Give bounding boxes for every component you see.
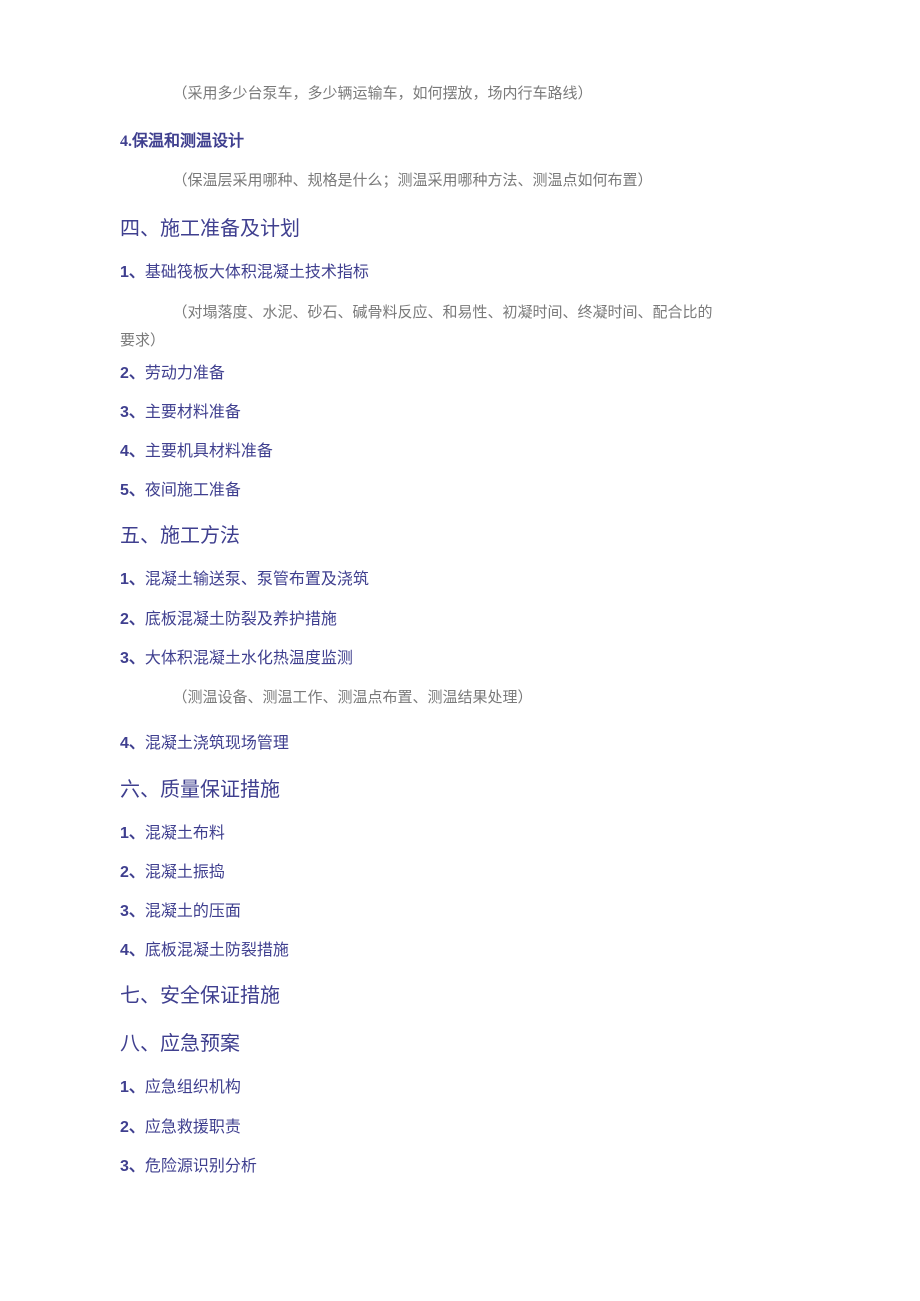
sec5-item-1-num: 1、 xyxy=(120,571,145,588)
sec8-item-3: 3、危险源识别分析 xyxy=(120,1153,800,1180)
section-8-title: 八、应急预案 xyxy=(120,1028,800,1060)
section-6-title: 六、质量保证措施 xyxy=(120,774,800,806)
sec4-item-1-num: 1、 xyxy=(120,264,145,281)
sec4-item-4-txt: 主要机具材料准备 xyxy=(145,443,273,460)
sec6-item-4: 4、底板混凝土防裂措施 xyxy=(120,937,800,964)
sec6-item-1-txt: 混凝土布料 xyxy=(145,825,225,842)
sec5-item-4: 4、混凝土浇筑现场管理 xyxy=(120,730,800,757)
document-page: （采用多少台泵车，多少辆运输车，如何摆放，场内行车路线） 4.保温和测温设计 （… xyxy=(0,0,920,1272)
sec8-item-1-txt: 应急组织机构 xyxy=(145,1079,241,1096)
section-5-title: 五、施工方法 xyxy=(120,520,800,552)
sec5-item-3-txt: 大体积混凝土水化热温度监测 xyxy=(145,650,353,667)
sec8-item-2-num: 2、 xyxy=(120,1119,145,1136)
sec6-item-1-num: 1、 xyxy=(120,825,145,842)
sec8-item-1: 1、应急组织机构 xyxy=(120,1074,800,1101)
sec4-item-4: 4、主要机具材料准备 xyxy=(120,438,800,465)
sec4-item-2-num: 2、 xyxy=(120,365,145,382)
sec5-item-2-num: 2、 xyxy=(120,611,145,628)
sec8-item-3-num: 3、 xyxy=(120,1158,145,1175)
section-4-title: 四、施工准备及计划 xyxy=(120,213,800,245)
sec5-item-3: 3、大体积混凝土水化热温度监测 xyxy=(120,645,800,672)
sec6-item-4-txt: 底板混凝土防裂措施 xyxy=(145,942,289,959)
pump-trucks-note: （采用多少台泵车，多少辆运输车，如何摆放，场内行车路线） xyxy=(120,80,800,109)
sec6-item-3-txt: 混凝土的压面 xyxy=(145,903,241,920)
sec5-item-4-num: 4、 xyxy=(120,735,145,752)
sec4-item-5-num: 5、 xyxy=(120,482,145,499)
sec4-item-5: 5、夜间施工准备 xyxy=(120,477,800,504)
sec6-item-2-txt: 混凝土振捣 xyxy=(145,864,225,881)
sec6-item-3: 3、混凝土的压面 xyxy=(120,898,800,925)
sec4-item1-note-l2: 要求） xyxy=(120,327,800,356)
sec8-item-1-num: 1、 xyxy=(120,1079,145,1096)
sec6-item-2: 2、混凝土振捣 xyxy=(120,859,800,886)
sec4-item-3-txt: 主要材料准备 xyxy=(145,404,241,421)
sec6-item-4-num: 4、 xyxy=(120,942,145,959)
sec6-item-3-num: 3、 xyxy=(120,903,145,920)
sub-heading-4: 4.保温和测温设计 xyxy=(120,127,800,157)
sub-heading-4-title: 保温和测温设计 xyxy=(132,133,244,150)
sec6-item-1: 1、混凝土布料 xyxy=(120,820,800,847)
sec4-item1-note-l1: （对塌落度、水泥、砂石、碱骨料反应、和易性、初凝时间、终凝时间、配合比的 xyxy=(120,299,800,328)
sec8-item-2-txt: 应急救援职责 xyxy=(145,1119,241,1136)
sec4-item1-note: （对塌落度、水泥、砂石、碱骨料反应、和易性、初凝时间、终凝时间、配合比的 要求） xyxy=(120,299,800,356)
sec5-item3-note: （测温设备、测温工作、测温点布置、测温结果处理） xyxy=(120,684,800,713)
sec5-item-1: 1、混凝土输送泵、泵管布置及浇筑 xyxy=(120,566,800,593)
insulation-note: （保温层采用哪种、规格是什么；测温采用哪种方法、测温点如何布置） xyxy=(120,167,800,196)
sec4-item-2-txt: 劳动力准备 xyxy=(145,365,225,382)
sec4-item-1-txt: 基础筏板大体积混凝土技术指标 xyxy=(145,264,369,281)
sec4-item-1: 1、基础筏板大体积混凝土技术指标 xyxy=(120,259,800,286)
sub-heading-4-num: 4. xyxy=(120,133,132,150)
sec5-item-1-txt: 混凝土输送泵、泵管布置及浇筑 xyxy=(145,571,369,588)
sec4-item-5-txt: 夜间施工准备 xyxy=(145,482,241,499)
sec4-item-4-num: 4、 xyxy=(120,443,145,460)
sec5-item-3-num: 3、 xyxy=(120,650,145,667)
sec4-item-3-num: 3、 xyxy=(120,404,145,421)
sec5-item-2: 2、底板混凝土防裂及养护措施 xyxy=(120,606,800,633)
sec6-item-2-num: 2、 xyxy=(120,864,145,881)
sec5-item-4-txt: 混凝土浇筑现场管理 xyxy=(145,735,289,752)
section-7-title: 七、安全保证措施 xyxy=(120,980,800,1012)
sec4-item-2: 2、劳动力准备 xyxy=(120,360,800,387)
sec8-item-3-txt: 危险源识别分析 xyxy=(145,1158,257,1175)
sec8-item-2: 2、应急救援职责 xyxy=(120,1114,800,1141)
sec4-item-3: 3、主要材料准备 xyxy=(120,399,800,426)
sec5-item-2-txt: 底板混凝土防裂及养护措施 xyxy=(145,611,337,628)
